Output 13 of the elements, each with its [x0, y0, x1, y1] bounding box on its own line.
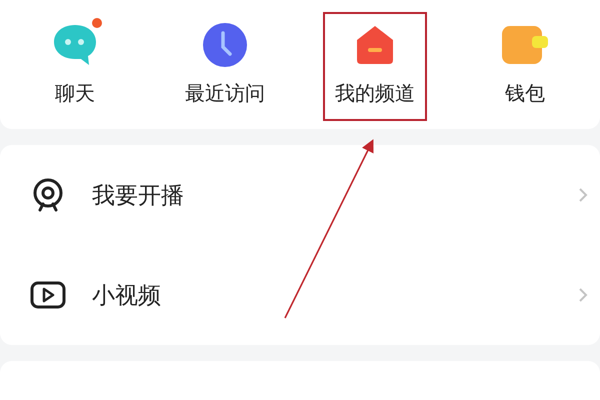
- menu-item[interactable]: 我要开播: [0, 145, 600, 245]
- wallet-icon: [500, 24, 550, 66]
- clock-icon: [203, 23, 247, 67]
- menu-item[interactable]: 小视频: [0, 245, 600, 345]
- chevron-icon: [578, 287, 588, 303]
- shortcut-item[interactable]: 钱包: [488, 12, 562, 121]
- shortcut-item[interactable]: 聊天: [40, 12, 110, 121]
- webcam-icon: [32, 178, 64, 212]
- shortcut-item[interactable]: 我的频道: [323, 12, 427, 121]
- chat-bubble-icon: [52, 23, 98, 67]
- chevron-icon: [578, 187, 588, 203]
- shortcut-item[interactable]: 最近访问: [173, 12, 277, 121]
- play-icon: [30, 281, 66, 309]
